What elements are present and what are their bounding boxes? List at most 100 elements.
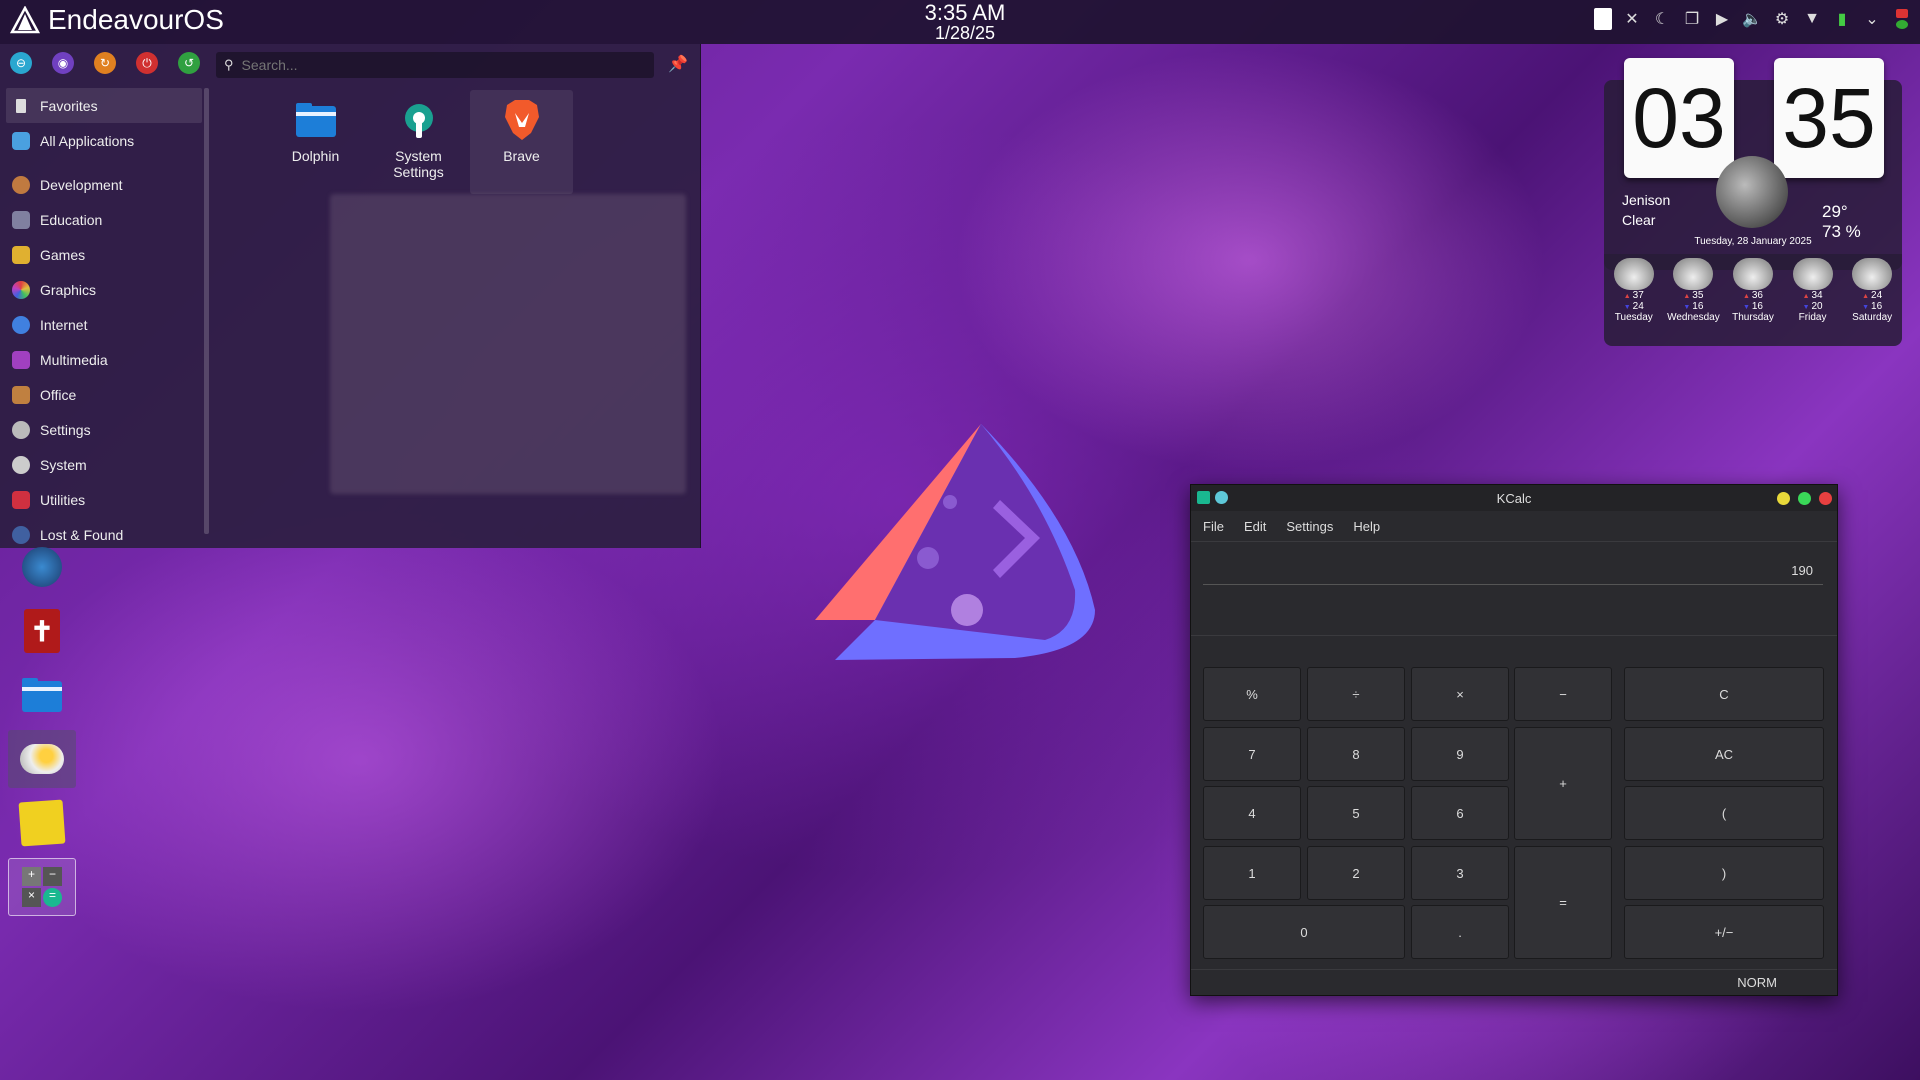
- key-minus[interactable]: −: [1514, 667, 1612, 721]
- key-7[interactable]: 7: [1203, 727, 1301, 781]
- key-decimal[interactable]: .: [1411, 905, 1509, 959]
- system-icon: [12, 455, 30, 474]
- app-system-settings[interactable]: System Settings: [367, 90, 470, 194]
- color-palette-icon: [12, 280, 30, 299]
- digital-clock[interactable]: 3:35 AM 1/28/25: [900, 0, 1030, 44]
- restart-button[interactable]: ↻: [94, 52, 116, 74]
- category-system[interactable]: System: [6, 447, 202, 482]
- pin-icon[interactable]: 📌: [668, 54, 688, 74]
- category-graphics[interactable]: Graphics: [6, 272, 202, 307]
- menu-file[interactable]: File: [1203, 519, 1224, 534]
- key-8[interactable]: 8: [1307, 727, 1405, 781]
- updates-icon[interactable]: [1892, 9, 1912, 29]
- category-internet[interactable]: Internet: [6, 307, 202, 342]
- search-input[interactable]: [239, 56, 644, 74]
- network-wifi-icon[interactable]: ▼: [1802, 9, 1822, 29]
- key-close-paren[interactable]: ): [1624, 846, 1824, 900]
- key-2[interactable]: 2: [1307, 846, 1405, 900]
- key-divide[interactable]: ÷: [1307, 667, 1405, 721]
- weather-forecast: 37 24 Tuesday 35 16 Wednesday 36 16 Thur…: [1604, 254, 1902, 346]
- key-multiply[interactable]: ×: [1411, 667, 1509, 721]
- snow-icon: [1852, 258, 1893, 290]
- category-scrollbar[interactable]: [204, 88, 209, 534]
- media-player-icon[interactable]: ▶: [1712, 9, 1732, 29]
- launcher-actions: ⊖ ◉ ↻ ⏻ ↺: [10, 52, 200, 74]
- angle-mode-status: NORM: [1191, 969, 1837, 995]
- clock-time: 3:35 AM: [924, 0, 1006, 25]
- tray-expand-chevron-icon[interactable]: ⌄: [1862, 9, 1882, 29]
- clock-date: 1/28/25: [934, 23, 996, 43]
- battery-icon[interactable]: ▮: [1832, 9, 1852, 29]
- forecast-day: 35 16 Wednesday: [1664, 254, 1724, 346]
- key-clear[interactable]: C: [1624, 667, 1824, 721]
- clipboard-icon[interactable]: ❐: [1682, 9, 1702, 29]
- key-1[interactable]: 1: [1203, 846, 1301, 900]
- settings-sliders-icon: [12, 420, 30, 439]
- category-education[interactable]: Education: [6, 202, 202, 237]
- minimize-button[interactable]: [1777, 492, 1790, 505]
- key-4[interactable]: 4: [1203, 786, 1301, 840]
- notes-icon[interactable]: [1594, 8, 1612, 30]
- menu-help[interactable]: Help: [1353, 519, 1380, 534]
- kcalc-window: KCalc File Edit Settings Help 190 % ÷ × …: [1190, 484, 1838, 996]
- category-games[interactable]: Games: [6, 237, 202, 272]
- blurred-background-window: [330, 194, 686, 494]
- weather-date: Tuesday, 28 January 2025: [1694, 236, 1812, 247]
- dock-dolphin[interactable]: [8, 666, 76, 724]
- search-field[interactable]: ⚲: [216, 52, 654, 78]
- forecast-day: 36 16 Thursday: [1723, 254, 1783, 346]
- category-all-applications[interactable]: All Applications: [6, 123, 202, 158]
- night-color-icon[interactable]: ☾: [1652, 9, 1672, 29]
- lock-screen-button[interactable]: ⊖: [10, 52, 32, 74]
- dock-sticky-notes[interactable]: [8, 794, 76, 852]
- window-titlebar[interactable]: KCalc: [1191, 485, 1837, 511]
- category-utilities[interactable]: Utilities: [6, 482, 202, 517]
- maximize-button[interactable]: [1798, 492, 1811, 505]
- leave-button[interactable]: ◉: [52, 52, 74, 74]
- briefcase-icon: [12, 385, 30, 404]
- forecast-day: 34 20 Friday: [1783, 254, 1843, 346]
- key-5[interactable]: 5: [1307, 786, 1405, 840]
- notifications-muted-icon[interactable]: ✕: [1622, 9, 1642, 29]
- category-office[interactable]: Office: [6, 377, 202, 412]
- forecast-low: 20: [1803, 301, 1822, 312]
- calc-display[interactable]: 190: [1203, 553, 1823, 585]
- globe-icon: [12, 315, 30, 334]
- key-3[interactable]: 3: [1411, 846, 1509, 900]
- settings-gear-icon[interactable]: ⚙: [1772, 9, 1792, 29]
- key-open-paren[interactable]: (: [1624, 786, 1824, 840]
- key-0[interactable]: 0: [1203, 905, 1405, 959]
- close-button[interactable]: [1819, 492, 1832, 505]
- category-settings[interactable]: Settings: [6, 412, 202, 447]
- key-sign[interactable]: +/−: [1624, 905, 1824, 959]
- category-label: Games: [40, 246, 86, 263]
- dock-weather[interactable]: [8, 730, 76, 788]
- category-development[interactable]: Development: [6, 167, 202, 202]
- key-plus[interactable]: +: [1514, 727, 1612, 840]
- key-all-clear[interactable]: AC: [1624, 727, 1824, 781]
- app-brave[interactable]: Brave: [470, 90, 573, 194]
- key-9[interactable]: 9: [1411, 727, 1509, 781]
- dock: ✝ + − × =: [8, 538, 76, 916]
- gamepad-icon: [12, 245, 30, 264]
- refresh-button[interactable]: ↺: [178, 52, 200, 74]
- category-multimedia[interactable]: Multimedia: [6, 342, 202, 377]
- key-6[interactable]: 6: [1411, 786, 1509, 840]
- app-launcher-button[interactable]: EndeavourOS: [10, 4, 224, 36]
- key-equals[interactable]: =: [1514, 846, 1612, 959]
- graduation-cap-icon: [12, 210, 30, 229]
- menu-settings[interactable]: Settings: [1286, 519, 1333, 534]
- key-percent[interactable]: %: [1203, 667, 1301, 721]
- category-favorites[interactable]: Favorites: [6, 88, 202, 123]
- shutdown-button[interactable]: ⏻: [136, 52, 158, 74]
- snow-icon: [1732, 258, 1773, 290]
- menu-edit[interactable]: Edit: [1244, 519, 1266, 534]
- dock-kcalc[interactable]: + − × =: [8, 858, 76, 916]
- dock-bible-app[interactable]: ✝: [8, 602, 76, 660]
- forecast-day-label: Thursday: [1732, 312, 1774, 323]
- snow-icon: [1673, 258, 1714, 290]
- volume-icon[interactable]: 🔈: [1742, 9, 1762, 29]
- app-dolphin[interactable]: Dolphin: [264, 90, 367, 194]
- dock-steam[interactable]: [8, 538, 76, 596]
- weather-clock-widget[interactable]: 03 35 Jenison Clear 29° 73 % Tuesday, 28…: [1604, 58, 1904, 346]
